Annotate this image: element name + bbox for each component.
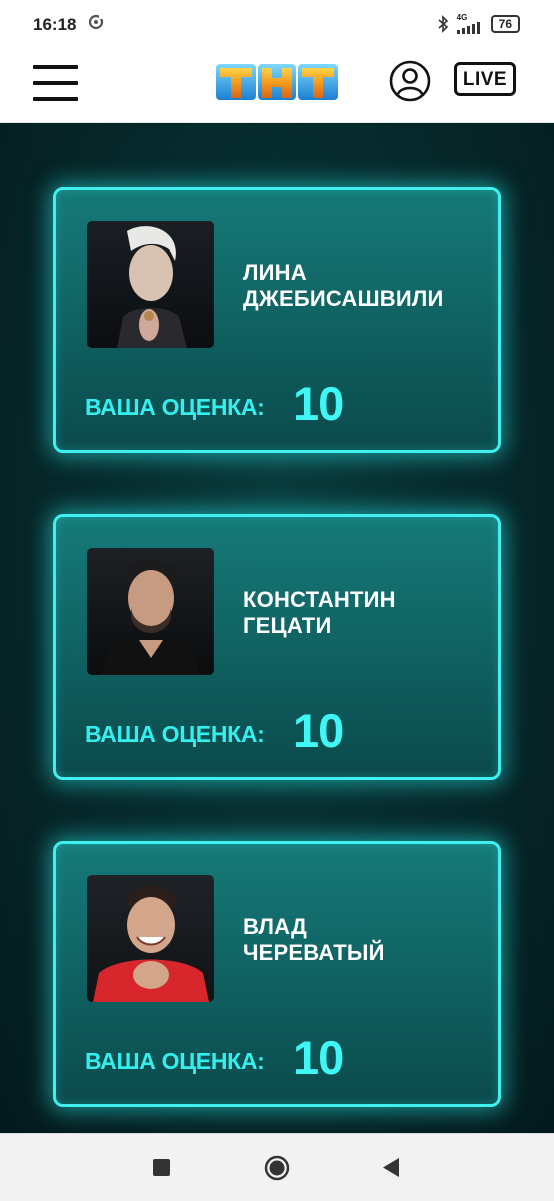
status-time: 16:18 [33,15,77,34]
judge-card[interactable]: КОНСТАНТИН ГЕЦАТИ ВАША ОЦЕНКА: 10 [53,514,501,780]
back-icon[interactable] [382,1157,400,1178]
profile-icon[interactable] [389,60,431,102]
judge-first-name: ВЛАД [243,914,307,939]
sync-icon [88,14,104,30]
judge-name: ЛИНА ДЖЕБИСАШВИЛИ [243,260,483,312]
judge-photo [87,875,214,1002]
judge-last-name: ГЕЦАТИ [243,613,332,638]
judge-last-name: ЧЕРЕВАТЫЙ [243,940,385,965]
tnt-logo[interactable] [214,60,340,104]
bluetooth-icon [438,15,448,33]
live-button[interactable]: LIVE [454,62,516,96]
judge-card[interactable]: ВЛАД ЧЕРЕВАТЫЙ ВАША ОЦЕНКА: 10 [53,841,501,1107]
judge-name: ВЛАД ЧЕРЕВАТЫЙ [243,914,483,966]
score-label: ВАША ОЦЕНКА: [85,394,265,420]
judge-photo [87,221,214,348]
recents-icon[interactable] [153,1159,170,1176]
score-label: ВАША ОЦЕНКА: [85,1048,265,1074]
score-value: 10 [293,377,344,430]
battery-icon: 76 [490,15,520,33]
signal-icon [456,22,480,34]
judge-first-name: ЛИНА [243,260,307,285]
judge-last-name: ДЖЕБИСАШВИЛИ [243,286,444,311]
status-icons: 4G 76 [437,14,520,34]
app-header: LIVE [0,48,554,123]
network-type: 4G [456,13,468,22]
score-value: 10 [293,1031,344,1084]
score-label: ВАША ОЦЕНКА: [85,721,265,747]
judge-name: КОНСТАНТИН ГЕЦАТИ [243,587,483,639]
menu-icon[interactable] [33,65,78,101]
judge-card[interactable]: ЛИНА ДЖЕБИСАШВИЛИ ВАША ОЦЕНКА: 10 [53,187,501,453]
status-bar: 16:18 4G 76 [0,0,554,48]
home-icon[interactable] [264,1155,290,1181]
score-value: 10 [293,704,344,757]
main-content: ЛИНА ДЖЕБИСАШВИЛИ ВАША ОЦЕНКА: 10 КОНСТА… [0,123,554,1133]
system-nav-bar [0,1133,554,1201]
judge-first-name: КОНСТАНТИН [243,587,396,612]
judge-photo [87,548,214,675]
